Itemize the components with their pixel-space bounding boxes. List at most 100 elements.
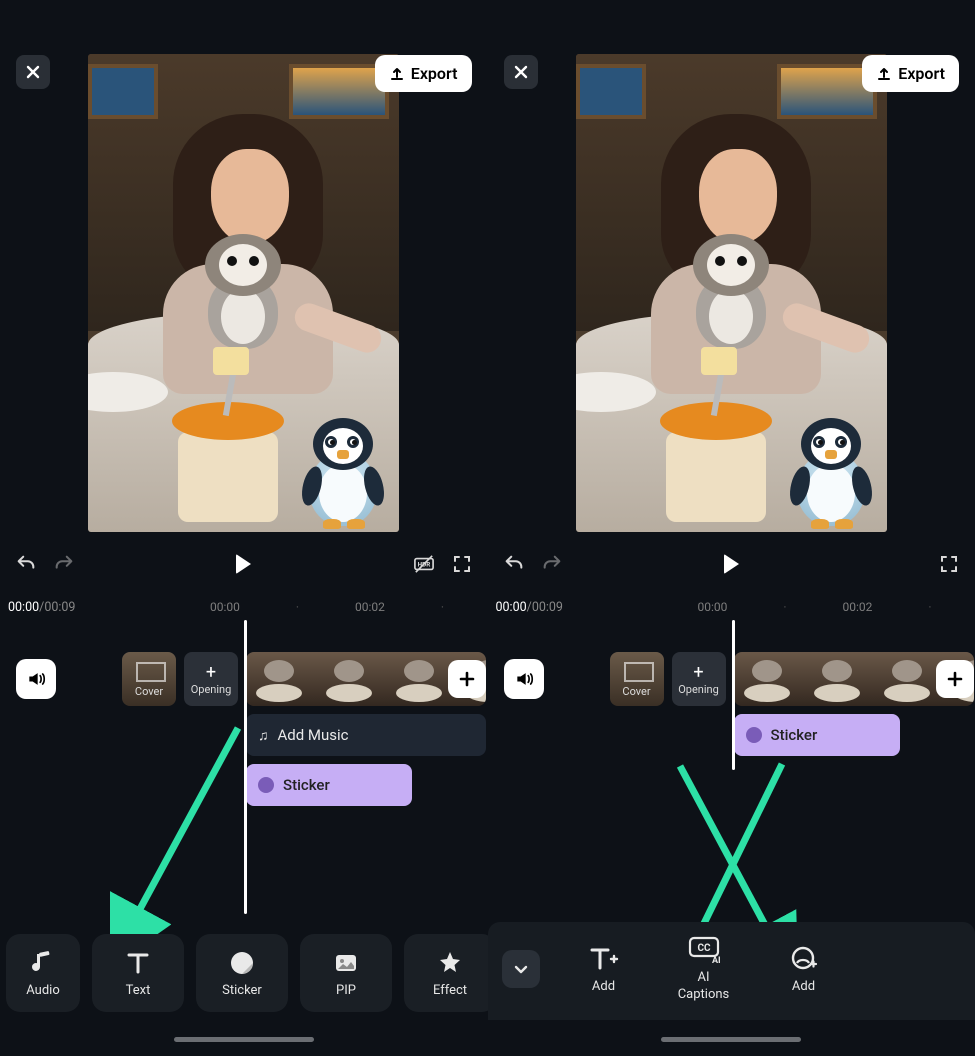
playback-controls [488, 544, 975, 584]
opening-tile[interactable]: + Opening [672, 652, 726, 706]
tool-add-shape[interactable]: Add [768, 945, 840, 994]
tool-effect[interactable]: Effect [404, 934, 496, 1012]
add-music-label: Add Music [278, 726, 349, 744]
play-icon [236, 554, 251, 574]
plus-icon: + [693, 662, 703, 683]
play-button[interactable] [719, 552, 743, 576]
time-current: 00:00 [8, 600, 39, 615]
svg-text:CC: CC [697, 943, 711, 954]
tool-label-line1: AI [697, 970, 709, 985]
clip-strip[interactable] [734, 652, 974, 706]
shape-add-icon [790, 945, 818, 973]
tool-pip[interactable]: PIP [300, 934, 392, 1012]
hdr-toggle-button[interactable]: HDR [412, 552, 436, 576]
plus-icon [458, 670, 476, 688]
text-tool-tray: Add CCAI AI Captions Add [488, 922, 975, 1020]
close-icon [25, 64, 41, 80]
opening-label: Opening [678, 683, 719, 696]
time-total: 00:09 [44, 600, 75, 615]
editor-panel-right: Export [488, 0, 975, 1056]
music-note-icon: ♫ [258, 727, 269, 744]
export-label: Export [898, 64, 945, 83]
ruler-tick: 00:02 [843, 600, 873, 614]
cover-label: Cover [622, 685, 650, 698]
tool-sticker[interactable]: Sticker [196, 934, 288, 1012]
video-preview[interactable] [576, 54, 887, 532]
add-clip-button[interactable] [936, 660, 974, 698]
playhead[interactable] [732, 620, 735, 770]
mute-button[interactable] [504, 659, 544, 699]
tool-add-text[interactable]: Add [568, 945, 640, 994]
svg-text:AI: AI [712, 956, 720, 964]
collapse-button[interactable] [502, 950, 540, 988]
fullscreen-button[interactable] [450, 552, 474, 576]
undo-button[interactable] [14, 552, 38, 576]
fullscreen-icon [939, 554, 959, 574]
text-add-icon [589, 945, 619, 973]
video-preview[interactable] [88, 54, 399, 532]
play-button[interactable] [232, 552, 256, 576]
home-indicator [174, 1037, 314, 1042]
speaker-icon [26, 669, 46, 689]
effect-tool-icon [436, 949, 464, 977]
redo-button[interactable] [540, 552, 564, 576]
fullscreen-button[interactable] [937, 552, 961, 576]
opening-tile[interactable]: + Opening [184, 652, 238, 706]
close-button[interactable] [504, 55, 538, 89]
ruler-tick: 00:00 [210, 600, 240, 614]
upload-icon [389, 66, 405, 82]
close-icon [513, 64, 529, 80]
text-tool-icon [124, 949, 152, 977]
hdr-off-icon: HDR [413, 554, 435, 574]
add-music-track[interactable]: ♫ Add Music [246, 714, 486, 756]
playhead[interactable] [244, 620, 247, 914]
tool-label: Add [792, 979, 815, 994]
playback-controls: HDR [0, 544, 488, 584]
upload-icon [876, 66, 892, 82]
undo-button[interactable] [502, 552, 526, 576]
mute-button[interactable] [16, 659, 56, 699]
clip-strip[interactable] [246, 652, 486, 706]
ruler-dot: · [441, 600, 444, 614]
tool-label: Audio [26, 983, 59, 998]
tool-ai-captions[interactable]: CCAI AI Captions [668, 936, 740, 1002]
cc-ai-icon: CCAI [688, 936, 720, 964]
tool-text[interactable]: Text [92, 934, 184, 1012]
sticker-track-label: Sticker [771, 726, 818, 744]
sticker-dot-icon [258, 777, 274, 793]
redo-icon [53, 553, 75, 575]
chevron-down-icon [512, 960, 530, 978]
fullscreen-icon [452, 554, 472, 574]
editor-panel-left: Export [0, 0, 488, 1056]
music-note-icon [29, 949, 57, 977]
redo-button[interactable] [52, 552, 76, 576]
close-button[interactable] [16, 55, 50, 89]
penguin-sticker[interactable] [297, 418, 389, 526]
ruler-dot: · [296, 600, 299, 614]
export-button[interactable]: Export [375, 55, 472, 92]
time-total: 00:09 [532, 600, 563, 615]
sticker-track[interactable]: Sticker [246, 764, 412, 806]
play-icon [724, 554, 739, 574]
opening-label: Opening [191, 683, 232, 696]
plus-icon: + [206, 662, 216, 683]
timeline-ruler[interactable]: 00:00 · 00:02 · 00:04 [584, 600, 975, 614]
tool-audio[interactable]: Audio [6, 934, 80, 1012]
cover-label: Cover [135, 685, 163, 698]
cover-tile[interactable]: Cover [610, 652, 664, 706]
tool-label: Sticker [222, 983, 262, 998]
topbar: Export [488, 55, 975, 92]
add-clip-button[interactable] [448, 660, 486, 698]
sticker-tool-icon [228, 949, 256, 977]
penguin-sticker[interactable] [785, 418, 877, 526]
sticker-track-label: Sticker [283, 776, 330, 794]
pip-tool-icon [332, 949, 360, 977]
ruler-dot: · [783, 600, 786, 614]
cover-tile[interactable]: Cover [122, 652, 176, 706]
home-indicator [661, 1037, 801, 1042]
export-button[interactable]: Export [862, 55, 959, 92]
ruler-tick: 00:02 [355, 600, 385, 614]
sticker-track[interactable]: Sticker [734, 714, 900, 756]
timeline-ruler[interactable]: 00:00 · 00:02 · 00:04 [96, 600, 488, 614]
undo-icon [15, 553, 37, 575]
